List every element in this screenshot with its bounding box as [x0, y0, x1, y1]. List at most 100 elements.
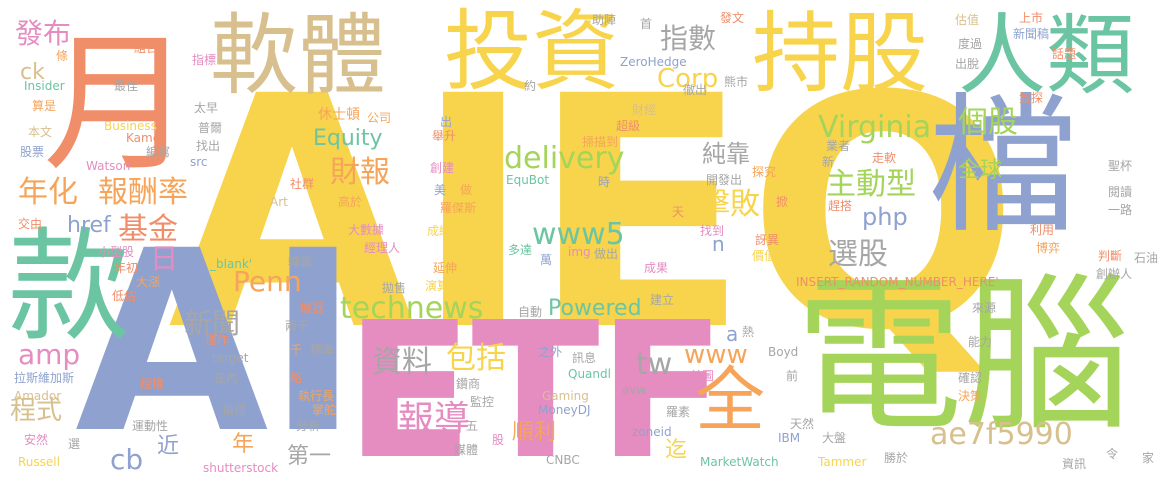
word-jing-li-ren: 經理人 [364, 241, 401, 255]
word-lue: 略 [290, 371, 303, 385]
word-bao-chou-lv: 報酬率 [98, 175, 188, 210]
word-marketwatch: MarketWatch [700, 455, 779, 469]
word-chuang-jian: 創建 [430, 161, 455, 175]
word-ben-wen: 本文 [28, 125, 53, 139]
word-xin: 新 [822, 155, 835, 169]
word-zi-xun: 資訊 [1062, 457, 1087, 471]
word-cloud: AIEQ AI ETF 電腦 檔 款 月 軟體 投資 持股 人類 全 報導 資料… [0, 0, 1175, 482]
word-du-guo: 度過 [958, 37, 983, 51]
word-jia-zhi: 價值 [752, 249, 777, 263]
word-kamel: Kamel [126, 131, 164, 145]
word-quan-qiu: 全球 [958, 158, 1003, 183]
word-yue2: 約 [524, 79, 537, 93]
word-luo-ji-si: 羅傑斯 [440, 201, 477, 215]
word-fa-wen: 發文 [720, 11, 745, 25]
word-ruan-ti: 軟體 [210, 4, 387, 107]
word-mei: 美 [434, 183, 447, 197]
word-di-gu: 低估 [112, 289, 137, 303]
word-cheng: 成 [965, 212, 985, 236]
word-shi-you: 石油 [1134, 251, 1159, 265]
word-ji-jin: 基金 [118, 212, 178, 247]
word-ae7f5990: ae7f5990 [930, 417, 1073, 452]
word-dian-nao: 電腦 [795, 258, 1131, 454]
word-ye-zhe: 業者 [826, 139, 851, 153]
word-img: img [568, 245, 591, 259]
word-hua-ti: 話題 [1052, 47, 1077, 61]
word-xuan: 選 [68, 437, 81, 451]
word-equity: Equity [313, 126, 383, 151]
word-shou-quan: 授權 [140, 377, 165, 391]
word-da-shu-ju: 大數據 [348, 223, 385, 237]
word-href: href [67, 213, 111, 238]
word-target: target [212, 351, 249, 365]
word-lian: 掀 [776, 195, 789, 209]
word-qi-yi: 訝異 [755, 233, 780, 247]
word-re: 熱 [742, 325, 755, 339]
word-zhi-de: 值得 [222, 403, 247, 417]
word-equbot: EquBot [506, 173, 550, 187]
word-zerohedge: ZeroHedge [620, 55, 687, 69]
word-zhi-biao: 指標 [192, 53, 217, 67]
word-jia: 家 [1142, 451, 1155, 465]
word-jiao-you: 交由 [18, 217, 43, 231]
word-mei-ti: 媒體 [454, 443, 479, 457]
word-xiu-shi-dun: 休士頓 [318, 107, 360, 123]
word-qi: 迄 [665, 438, 688, 463]
word-xin-wen-gao: 新聞稿 [1013, 27, 1050, 41]
word-a: a [726, 322, 739, 346]
word-ji-qi: 機器 [300, 301, 325, 315]
word-bao-kuo: 包括 [446, 341, 506, 376]
word-da-zhang: 大漲 [136, 275, 161, 289]
word-gu-piao: 股票 [20, 145, 45, 159]
word-php: php [862, 203, 908, 231]
word-cai-bao: 財報 [330, 155, 390, 190]
word-chuang-ban-ren: 創辦人 [1096, 267, 1133, 281]
word-pan-duan: 判斷 [1098, 249, 1123, 263]
word-chu-gu: 出脫 [955, 57, 980, 71]
word-fen-xi: 分析 [296, 419, 321, 433]
word-bo-yi: 博弈 [1036, 241, 1061, 255]
word-sao-miao-dao: 掃描到 [582, 135, 619, 149]
word-xuan-gu: 選股 [828, 237, 888, 272]
word-yi-lu: 一路 [1108, 203, 1133, 217]
word-cheng-ji-dan: 成績單 [427, 224, 464, 238]
word-zhao-dao: 找到 [700, 224, 725, 238]
word-nian-chu: 年初 [114, 261, 139, 275]
word-boyd: Boyd [768, 345, 799, 359]
word-ri: 日 [150, 242, 179, 275]
word-tammer: Tammer [818, 455, 867, 469]
word-yun-dong-xing: 運動性 [132, 419, 169, 433]
word-blank: _blank' [210, 257, 253, 271]
word-la-si-wei-jia-si: 拉斯維加斯 [14, 371, 75, 385]
word-chun-kao: 純靠 [702, 140, 750, 168]
word-zhi-xing-zhang: 執行長 [298, 389, 335, 403]
word-tai-zao: 太早 [194, 101, 219, 115]
word-shou: 首 [640, 17, 653, 31]
word-zhang-duo: 掌舵 [312, 403, 337, 417]
word-amp: amp [18, 338, 81, 371]
word-tian: 天 [672, 205, 685, 219]
word-sheng-bei: 聖杯 [1108, 159, 1133, 173]
word-moneydj: MoneyDJ [538, 403, 591, 417]
word-gu-zhi: 估值 [955, 13, 980, 27]
word-jin: 近 [157, 434, 180, 459]
word-neng-li: 能力 [968, 335, 993, 349]
word-ren-lei: 人類 [958, 4, 1135, 107]
word-zhi-shu: 指數 [660, 22, 717, 55]
word-shang-shi: 上市 [1019, 11, 1044, 25]
word-ling: 令 [1106, 447, 1119, 461]
word-di-yi: 第一 [287, 444, 332, 469]
word-ji-bai: 擊敗 [700, 187, 760, 222]
word-yue-du: 閱讀 [1108, 185, 1133, 199]
word-xun-xi: 訊息 [572, 351, 597, 365]
word-amador: Amador [14, 389, 62, 403]
word-bao-dao: 報導 [398, 399, 471, 440]
word-suan-shi: 算是 [32, 99, 57, 113]
word-zuo: 做 [460, 183, 473, 197]
word-lai-yuan: 來源 [972, 301, 997, 315]
word-yan-suan-fa: 演算法 [425, 279, 462, 293]
word-li-yong: 利用 [1030, 223, 1055, 237]
word-penn: Penn [233, 265, 302, 298]
word-xiao-xing-gu: 小型股 [98, 245, 135, 259]
word-sheng-yu: 勝於 [884, 451, 909, 465]
